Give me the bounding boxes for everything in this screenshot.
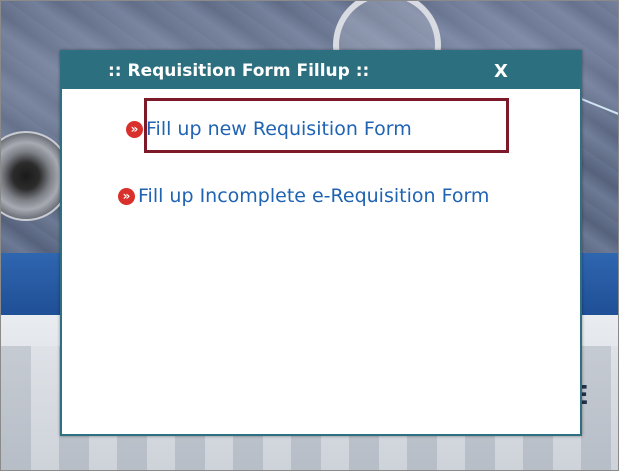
close-button[interactable]: X [494,61,508,82]
requisition-form-popup: :: Requisition Form Fillup :: X » Fill u… [60,50,582,436]
double-chevron-right-icon: » [126,120,143,138]
popup-header: :: Requisition Form Fillup :: X [62,52,580,89]
fill-incomplete-requisition-label: Fill up Incomplete e-Requisition Form [138,185,490,207]
fill-new-requisition-label: Fill up new Requisition Form [146,118,412,140]
double-chevron-right-icon: » [118,187,135,205]
fill-incomplete-requisition-link[interactable]: » Fill up Incomplete e-Requisition Form [118,185,489,207]
screen: E :: Requisition Form Fillup :: X » Fill… [0,0,619,471]
fill-new-requisition-link[interactable]: » Fill up new Requisition Form [126,118,412,140]
popup-title: :: Requisition Form Fillup :: [108,61,370,81]
